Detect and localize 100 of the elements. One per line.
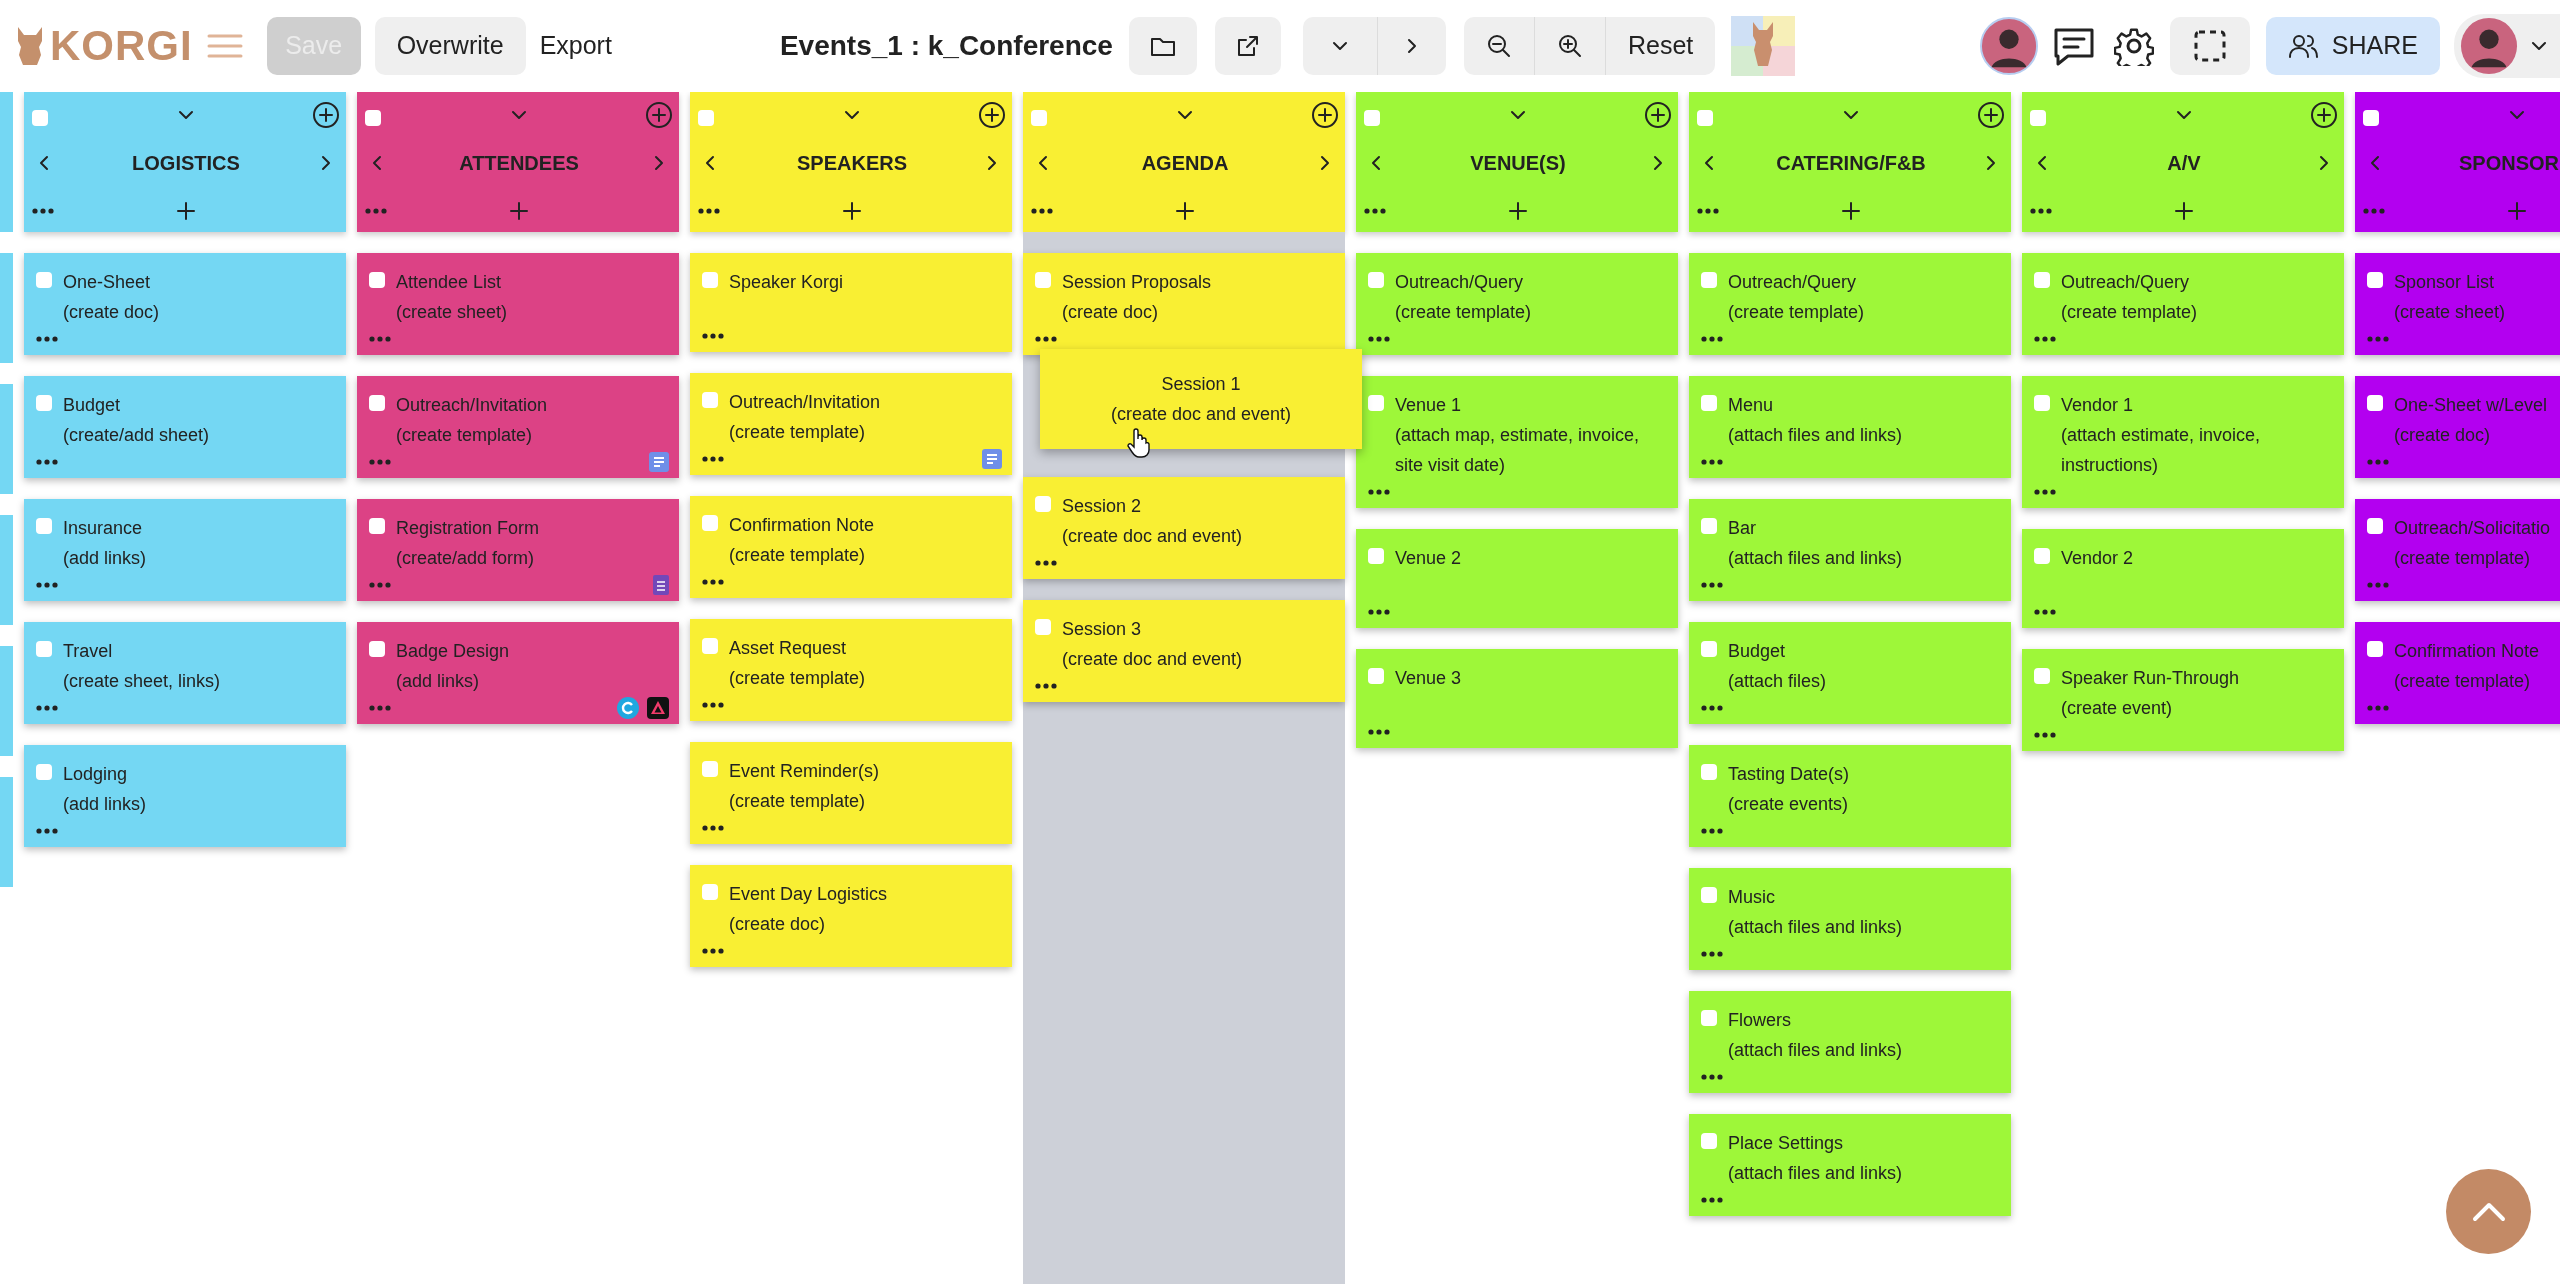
task-card[interactable]: Confirmation Note (create template) bbox=[690, 496, 1012, 598]
more-icon[interactable] bbox=[1701, 336, 1723, 342]
checkbox[interactable] bbox=[1035, 496, 1051, 512]
share-button[interactable]: SHARE bbox=[2265, 17, 2440, 75]
settings-icon[interactable] bbox=[2113, 26, 2154, 66]
checkbox[interactable] bbox=[1701, 395, 1717, 411]
checkbox[interactable] bbox=[2367, 272, 2383, 288]
more-icon[interactable] bbox=[1701, 951, 1723, 957]
checkbox[interactable] bbox=[1364, 109, 1380, 126]
add-circle-icon[interactable] bbox=[312, 101, 340, 129]
task-card[interactable]: Speaker Run-Through (create event) bbox=[2022, 649, 2344, 751]
checkbox[interactable] bbox=[1701, 764, 1717, 780]
checkbox[interactable] bbox=[32, 109, 48, 126]
triangle-logo-icon[interactable] bbox=[647, 697, 669, 719]
more-icon[interactable] bbox=[1701, 459, 1723, 465]
checkbox[interactable] bbox=[36, 395, 52, 411]
checkbox[interactable] bbox=[698, 109, 714, 126]
more-icon[interactable] bbox=[702, 456, 724, 462]
checkbox[interactable] bbox=[1368, 548, 1384, 564]
chevron-right-icon[interactable] bbox=[1985, 154, 1997, 172]
task-card[interactable]: Budget (attach files) bbox=[1689, 622, 2011, 724]
task-card[interactable]: Place Settings (attach files and links) bbox=[1689, 1114, 2011, 1216]
task-card[interactable]: Outreach/Query (create template) bbox=[1356, 253, 1678, 355]
more-icon[interactable] bbox=[1035, 336, 1057, 342]
add-icon[interactable] bbox=[176, 201, 196, 221]
more-icon[interactable] bbox=[36, 705, 58, 711]
add-icon[interactable] bbox=[2174, 201, 2194, 221]
task-card[interactable]: Menu (attach files and links) bbox=[1689, 376, 2011, 478]
export-button[interactable]: Export bbox=[531, 27, 620, 65]
task-card[interactable]: Event Day Logistics (create doc) bbox=[690, 865, 1012, 967]
task-card[interactable]: Budget (create/add sheet) bbox=[24, 376, 346, 478]
checkbox[interactable] bbox=[369, 641, 385, 657]
more-icon[interactable] bbox=[2034, 489, 2056, 495]
chevron-left-icon[interactable] bbox=[1037, 154, 1049, 172]
task-card[interactable]: One-Sheet (create doc) bbox=[24, 253, 346, 355]
add-icon[interactable] bbox=[1841, 201, 1861, 221]
task-card[interactable]: Outreach/Query (create template) bbox=[2022, 253, 2344, 355]
checkbox[interactable] bbox=[2367, 518, 2383, 534]
chevron-left-icon[interactable] bbox=[1370, 154, 1382, 172]
task-card[interactable]: Outreach/Invitation (create template) bbox=[690, 373, 1012, 475]
more-icon[interactable] bbox=[1035, 683, 1057, 689]
chevron-right-icon[interactable] bbox=[320, 154, 332, 172]
more-icon[interactable] bbox=[1701, 705, 1723, 711]
checkbox[interactable] bbox=[2034, 395, 2050, 411]
task-card[interactable]: Insurance (add links) bbox=[24, 499, 346, 601]
add-icon[interactable] bbox=[1175, 201, 1195, 221]
more-icon[interactable] bbox=[1368, 609, 1390, 615]
task-card[interactable]: Speaker Korgi bbox=[690, 253, 1012, 352]
chevron-left-icon[interactable] bbox=[704, 154, 716, 172]
checkbox[interactable] bbox=[702, 884, 718, 900]
overwrite-button[interactable]: Overwrite bbox=[374, 17, 526, 75]
collapse-icon[interactable] bbox=[177, 109, 195, 121]
external-link-button[interactable] bbox=[1214, 17, 1281, 75]
checkbox[interactable] bbox=[369, 272, 385, 288]
add-circle-icon[interactable] bbox=[2310, 101, 2338, 129]
task-card[interactable]: Event Reminder(s) (create template) bbox=[690, 742, 1012, 844]
checkbox[interactable] bbox=[36, 641, 52, 657]
more-icon[interactable] bbox=[1701, 1074, 1723, 1080]
more-icon[interactable] bbox=[1368, 336, 1390, 342]
checkbox[interactable] bbox=[365, 109, 381, 126]
more-icon[interactable] bbox=[1697, 208, 1719, 214]
checkbox[interactable] bbox=[36, 518, 52, 534]
task-card[interactable]: Venue 2 bbox=[1356, 529, 1678, 628]
add-icon[interactable] bbox=[1508, 201, 1528, 221]
chevron-right-icon[interactable] bbox=[1652, 154, 1664, 172]
task-card[interactable]: Lodging (add links) bbox=[24, 745, 346, 847]
checkbox[interactable] bbox=[702, 272, 718, 288]
task-card[interactable]: Asset Request (create template) bbox=[690, 619, 1012, 721]
more-icon[interactable] bbox=[1031, 208, 1053, 214]
checkbox[interactable] bbox=[1697, 109, 1713, 126]
task-card[interactable]: Badge Design (add links) bbox=[357, 622, 679, 724]
add-icon[interactable] bbox=[842, 201, 862, 221]
circle-logo-icon[interactable] bbox=[617, 697, 639, 719]
checkbox[interactable] bbox=[2363, 109, 2379, 126]
checkbox[interactable] bbox=[369, 518, 385, 534]
task-card[interactable]: Travel (create sheet, links) bbox=[24, 622, 346, 724]
checkbox[interactable] bbox=[2367, 641, 2383, 657]
checkbox[interactable] bbox=[1701, 641, 1717, 657]
select-button[interactable] bbox=[2169, 17, 2250, 75]
checkbox[interactable] bbox=[702, 761, 718, 777]
checkbox[interactable] bbox=[1031, 109, 1047, 126]
more-icon[interactable] bbox=[36, 336, 58, 342]
collapse-icon[interactable] bbox=[1176, 109, 1194, 121]
more-icon[interactable] bbox=[36, 582, 58, 588]
more-icon[interactable] bbox=[2034, 732, 2056, 738]
form-icon[interactable] bbox=[653, 575, 669, 595]
task-card[interactable]: Venue 3 bbox=[1356, 649, 1678, 748]
collapse-icon[interactable] bbox=[843, 109, 861, 121]
more-icon[interactable] bbox=[1701, 1197, 1723, 1203]
more-icon[interactable] bbox=[1701, 828, 1723, 834]
checkbox[interactable] bbox=[1701, 518, 1717, 534]
chevron-right-icon[interactable] bbox=[986, 154, 998, 172]
chevron-left-icon[interactable] bbox=[1703, 154, 1715, 172]
more-icon[interactable] bbox=[1035, 560, 1057, 566]
checkbox[interactable] bbox=[1701, 887, 1717, 903]
more-icon[interactable] bbox=[36, 459, 58, 465]
checkbox[interactable] bbox=[2034, 668, 2050, 684]
task-card[interactable]: Session 3 (create doc and event) bbox=[1023, 600, 1345, 702]
task-card[interactable]: Venue 1 (attach map, estimate, invoice, site visit date) bbox=[1356, 376, 1678, 508]
task-card[interactable]: Bar (attach files and links) bbox=[1689, 499, 2011, 601]
